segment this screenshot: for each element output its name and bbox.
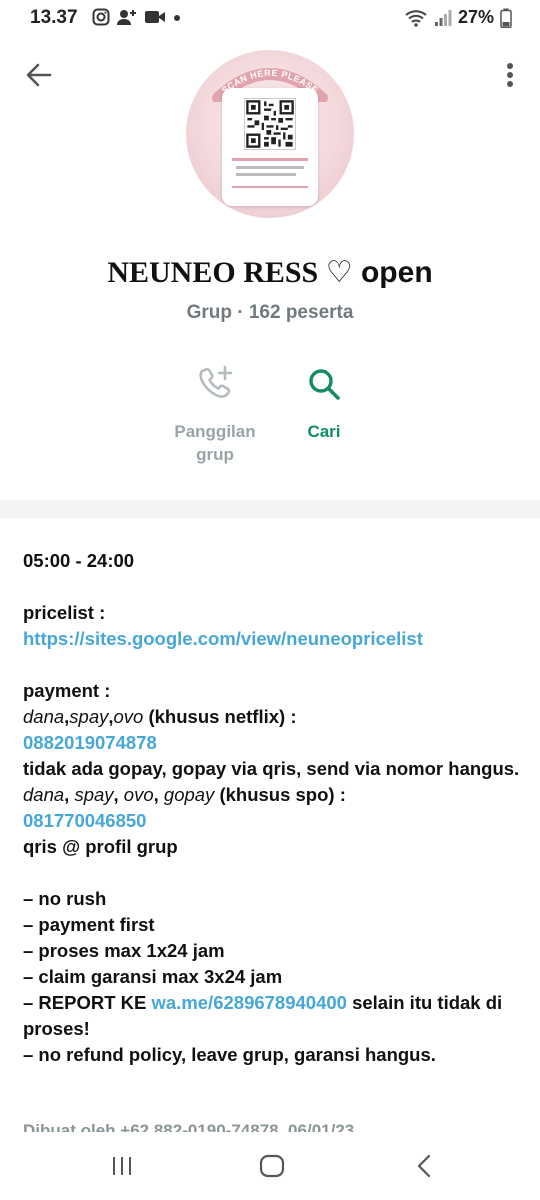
wifi-icon [405, 9, 427, 27]
report-rule: – REPORT KE wa.me/6289678940400 selain i… [23, 992, 503, 1039]
report-wa-link[interactable]: wa.me/6289678940400 [152, 992, 347, 1013]
group-title-status: open [360, 256, 433, 289]
status-time: 13.37 [30, 7, 78, 28]
arrow-left-icon [26, 63, 52, 87]
search-icon [309, 369, 340, 400]
status-bar: 13.37 27% [0, 0, 540, 34]
recent-apps-icon [113, 1157, 131, 1175]
group-subtitle: Grup · 162 peserta [186, 302, 354, 323]
group-title: NEUNEO RESS ♡ open [0, 255, 540, 290]
rule-item: – payment first [23, 914, 155, 935]
avatar-qr-card [222, 88, 318, 206]
instagram-icon [92, 8, 110, 26]
more-options-button[interactable] [498, 58, 522, 92]
add-person-icon [117, 10, 136, 25]
group-call-label-line1: Panggilan [174, 422, 256, 441]
spo-payment-line: dana, spay, ovo, gopay (khusus spo) : [23, 784, 346, 805]
video-icon [145, 11, 165, 23]
battery-percent: 27% [457, 7, 494, 27]
rule-item: – proses max 1x24 jam [23, 940, 225, 961]
netflix-phone-link[interactable]: 0882019074878 [23, 732, 157, 753]
battery-icon [500, 8, 512, 28]
home-button[interactable] [242, 1146, 302, 1186]
back-button[interactable] [22, 58, 56, 92]
add-call-icon [199, 365, 233, 398]
search-button[interactable]: Cari [284, 362, 364, 443]
group-avatar[interactable]: SCAN HERE PLEASE [186, 50, 354, 218]
status-system-icons: 27% [404, 7, 512, 28]
nav-back-icon [417, 1154, 431, 1178]
qris-text: qris @ profil grup [23, 836, 178, 857]
home-icon [259, 1154, 285, 1178]
rule-item: – no rush [23, 888, 107, 909]
pricelist-link[interactable]: https://sites.google.com/view/neuneopric… [23, 628, 423, 649]
gopay-note: tidak ada gopay, gopay via qris, send vi… [23, 758, 520, 779]
hours-text: 05:00 - 24:00 [23, 550, 135, 571]
group-call-label-line2: grup [196, 445, 234, 464]
dot-icon [174, 15, 180, 21]
refund-rule: – no refund policy, leave grup, garansi … [23, 1044, 436, 1065]
group-description[interactable]: 05:00 - 24:00 pricelist : https://sites.… [23, 548, 523, 1068]
signal-icon [434, 9, 452, 26]
more-vert-icon [507, 63, 513, 87]
group-info-header: SCAN HERE PLEASE NEUNEO RESS ♡ open Grup… [0, 34, 540, 500]
search-label: Cari [307, 422, 341, 441]
payment-label: payment : [23, 680, 111, 701]
qr-code-icon [244, 98, 296, 150]
spo-phone-link[interactable]: 081770046850 [23, 810, 146, 831]
group-title-name: NEUNEO RESS ♡ [107, 256, 353, 289]
status-notification-icons [92, 8, 182, 26]
recent-apps-button[interactable] [92, 1146, 152, 1186]
system-nav-bar [0, 1132, 540, 1200]
section-divider [0, 500, 540, 518]
group-call-button[interactable]: Panggilan grup [160, 362, 270, 466]
rule-item: – claim garansi max 3x24 jam [23, 966, 283, 987]
pricelist-label: pricelist : [23, 602, 106, 623]
netflix-payment-line: dana,spay,ovo (khusus netflix) : [23, 706, 297, 727]
nav-back-button[interactable] [394, 1146, 454, 1186]
